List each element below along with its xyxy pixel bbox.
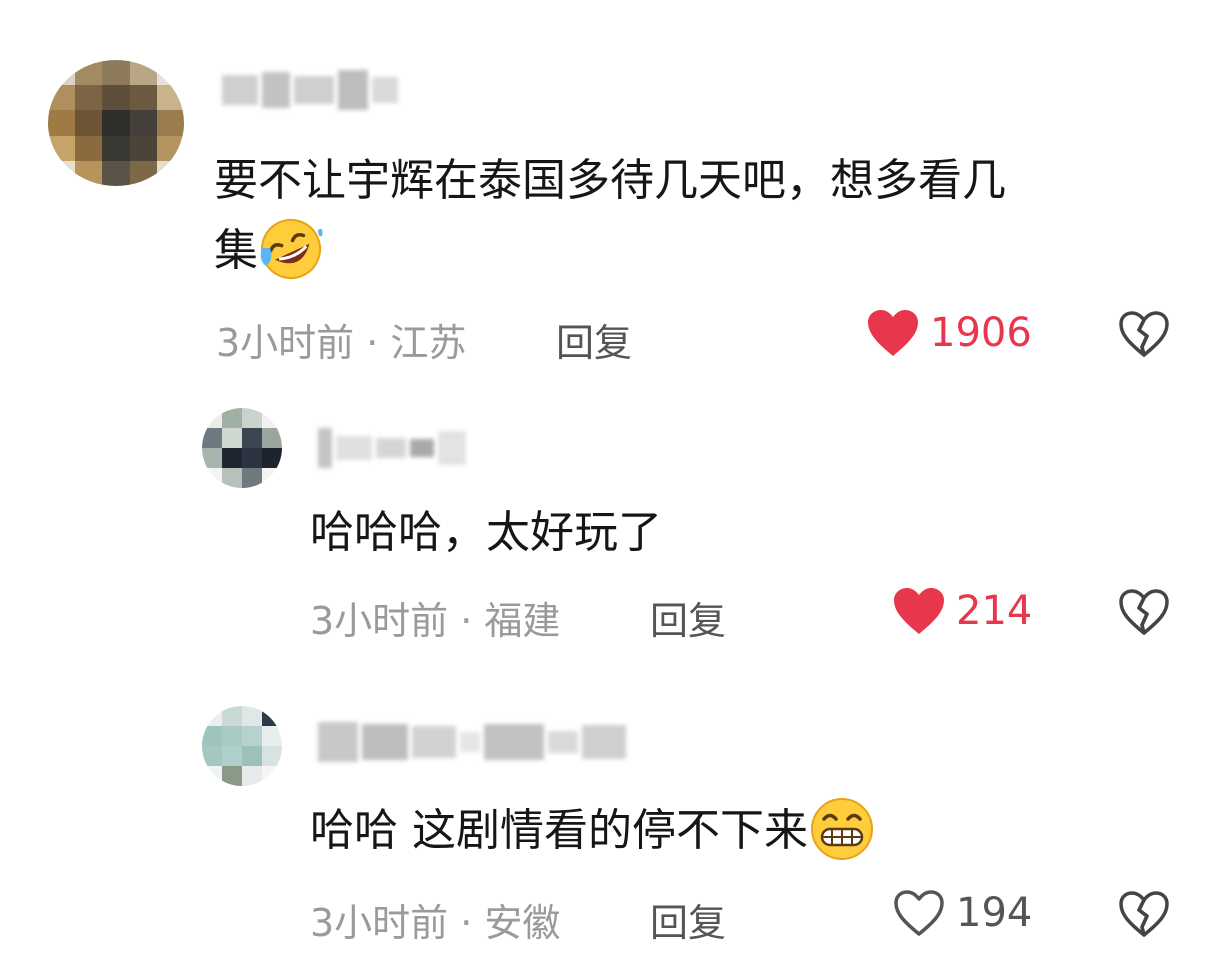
- comment-text: 要不让宇辉在泰国多待几天吧，想多看几 集: [214, 146, 1006, 286]
- broken-heart-icon: [1119, 589, 1169, 635]
- reply-button[interactable]: 回复: [556, 312, 632, 367]
- comment-text: 哈哈哈，太好玩了: [310, 507, 662, 558]
- comment-meta: 3小时前 · 安徽: [310, 901, 561, 945]
- comment-meta: 3小时前 · 福建: [310, 599, 561, 643]
- like-button[interactable]: 194: [892, 888, 1032, 938]
- broken-heart-icon: [1119, 891, 1169, 937]
- comment-text-line-2: 集: [214, 216, 1006, 286]
- reply-button[interactable]: 回复: [650, 892, 726, 947]
- heart-filled-icon: [868, 310, 918, 356]
- avatar[interactable]: [202, 408, 282, 488]
- heart-outline-icon: [894, 890, 944, 936]
- reply-button[interactable]: 回复: [650, 590, 726, 645]
- like-count: 214: [956, 588, 1033, 634]
- broken-heart-icon: [1119, 311, 1169, 357]
- dislike-button[interactable]: [1118, 588, 1170, 640]
- like-button[interactable]: 1906: [866, 308, 1032, 358]
- avatar[interactable]: [202, 706, 282, 786]
- username-blurred[interactable]: [222, 70, 398, 110]
- heart-filled-icon: [894, 588, 944, 634]
- grinning-face-emoji: [811, 798, 873, 860]
- dislike-button[interactable]: [1118, 890, 1170, 942]
- like-count: 194: [956, 890, 1033, 936]
- like-count: 1906: [930, 310, 1032, 356]
- comment-meta: 3小时前 · 江苏: [216, 321, 467, 365]
- comment-text: 哈哈 这剧情看的停不下来: [310, 796, 876, 866]
- rolling-on-floor-laughing-emoji: [260, 219, 323, 279]
- comment-text-line-1: 要不让宇辉在泰国多待几天吧，想多看几: [214, 155, 1006, 206]
- avatar[interactable]: [48, 60, 184, 186]
- username-blurred[interactable]: [318, 428, 466, 468]
- dislike-button[interactable]: [1118, 310, 1170, 362]
- username-blurred[interactable]: [318, 722, 626, 762]
- like-button[interactable]: 214: [892, 586, 1032, 636]
